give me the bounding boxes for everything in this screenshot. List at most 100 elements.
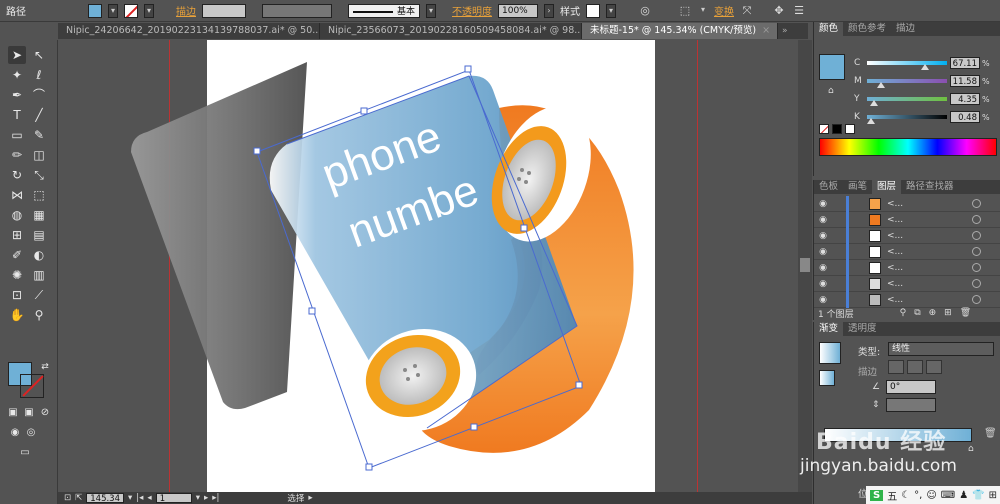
black-swatch[interactable] xyxy=(832,124,842,134)
current-fill-swatch[interactable] xyxy=(819,54,845,80)
layer-row[interactable]: ◉ <... xyxy=(814,243,1000,260)
eyedropper-tool-icon[interactable]: ✐ xyxy=(8,246,26,264)
yellow-value[interactable]: 4.35 xyxy=(950,93,980,105)
stroke-option-icons[interactable] xyxy=(888,360,942,374)
rotate-tool-icon[interactable]: ↻ xyxy=(8,166,26,184)
artwork[interactable]: phone numbe xyxy=(59,40,798,492)
slider-marker-icon[interactable] xyxy=(870,100,879,106)
tab-color-guide[interactable]: 颜色参考 xyxy=(843,22,891,36)
blend-tool-icon[interactable]: ◐ xyxy=(30,246,48,264)
gradient-preview-swatch[interactable] xyxy=(819,342,841,364)
target-icon[interactable] xyxy=(972,215,981,224)
magenta-slider[interactable] xyxy=(867,79,947,88)
new-layer-icon[interactable]: ⊞ xyxy=(944,308,952,318)
tab-layers[interactable]: 图层 xyxy=(872,180,902,194)
close-icon[interactable]: × xyxy=(762,25,770,36)
isolate-icon[interactable]: ✥ xyxy=(772,4,786,18)
target-icon[interactable] xyxy=(972,263,981,272)
draw-behind-icon[interactable]: ◎ xyxy=(22,424,40,442)
magenta-value[interactable]: 11.58 xyxy=(950,75,980,87)
panel-menu-icon[interactable]: ☰ xyxy=(792,4,806,18)
out-of-gamut-icon[interactable]: ⌂ xyxy=(828,86,834,96)
fill-dropdown-arrow[interactable]: ▾ xyxy=(108,3,118,18)
align-dropdown-arrow[interactable]: ▾ xyxy=(698,4,708,18)
prev-artboard-icon[interactable]: ◂ xyxy=(147,493,151,503)
status-arrow-icon[interactable]: ▸ xyxy=(308,493,312,503)
tab-transparency[interactable]: 透明度 xyxy=(843,322,882,336)
locate-object-icon[interactable]: ⚲ xyxy=(900,308,907,318)
direct-selection-tool-icon[interactable]: ↖ xyxy=(30,46,48,64)
grid-menu-icon[interactable]: ⊞ xyxy=(989,490,997,501)
eye-icon[interactable]: ◉ xyxy=(814,279,832,289)
symbol-sprayer-tool-icon[interactable]: ✺ xyxy=(8,266,26,284)
layer-row[interactable]: ◉ <... xyxy=(814,211,1000,228)
gradient-stop-icon[interactable]: ⌂ xyxy=(968,444,974,454)
recolor-icon[interactable]: ◎ xyxy=(638,4,652,18)
opacity-label[interactable]: 不透明度 xyxy=(452,3,492,18)
eraser-tool-icon[interactable]: ◫ xyxy=(30,146,48,164)
ime-logo-icon[interactable]: S xyxy=(870,489,884,501)
zoom-field[interactable]: 145.34 xyxy=(86,493,124,504)
next-artboard-icon[interactable]: ▸ xyxy=(204,493,208,503)
slice-tool-icon[interactable]: ⟋ xyxy=(30,286,48,304)
tab-swatches[interactable]: 色板 xyxy=(814,180,843,194)
magic-wand-tool-icon[interactable]: ✦ xyxy=(8,66,26,84)
brush-dropdown-arrow[interactable]: ▾ xyxy=(426,3,436,18)
last-artboard-icon[interactable]: ▸| xyxy=(212,493,219,503)
swap-colors-icon[interactable]: ⇄ xyxy=(36,358,54,376)
stroke-swatch[interactable] xyxy=(124,3,138,18)
lasso-tool-icon[interactable]: ℓ xyxy=(30,66,48,84)
zoom-tool-icon[interactable]: ⚲ xyxy=(30,306,48,324)
angle-field[interactable]: 0° xyxy=(886,380,936,394)
color-spectrum[interactable] xyxy=(819,138,997,156)
cyan-value[interactable]: 67.11 xyxy=(950,57,980,69)
tab-gradient[interactable]: 渐变 xyxy=(814,322,844,336)
gradient-type-select[interactable]: 线性 xyxy=(888,342,994,356)
tabs-overflow-icon[interactable]: » xyxy=(778,23,792,39)
document-tab[interactable]: Nipic_23566073_20190228160509458084.ai* … xyxy=(320,23,582,39)
tab-pathfinder[interactable]: 路径查找器 xyxy=(901,180,959,194)
perspective-grid-tool-icon[interactable]: ▦ xyxy=(30,206,48,224)
style-dropdown-arrow[interactable]: ▾ xyxy=(606,3,616,18)
rectangle-tool-icon[interactable]: ▭ xyxy=(8,126,26,144)
yellow-slider[interactable] xyxy=(867,97,947,106)
screen-mode-icon[interactable]: ▭ xyxy=(16,444,34,462)
eye-icon[interactable]: ◉ xyxy=(814,231,832,241)
document-tab[interactable]: Nipic_24206642_20190223134139788037.ai* … xyxy=(58,23,320,39)
eye-icon[interactable]: ◉ xyxy=(814,263,832,273)
mesh-tool-icon[interactable]: ⊞ xyxy=(8,226,26,244)
pencil-tool-icon[interactable]: ✏ xyxy=(8,146,26,164)
shape-builder-tool-icon[interactable]: ◍ xyxy=(8,206,26,224)
slider-marker-icon[interactable] xyxy=(867,118,875,124)
delete-stop-icon[interactable]: 🗑 xyxy=(984,428,997,439)
layer-row[interactable]: ◉ <... xyxy=(814,275,1000,292)
artboard-number-field[interactable]: 1 xyxy=(155,493,192,504)
layer-row[interactable]: ◉ <... xyxy=(814,195,1000,212)
none-mode-icon[interactable]: ⊘ xyxy=(36,404,54,422)
column-graph-tool-icon[interactable]: ▥ xyxy=(30,266,48,284)
tab-color[interactable]: 颜色 xyxy=(814,22,844,36)
ime-mode-label[interactable]: 五 xyxy=(887,488,897,503)
variable-width-field[interactable] xyxy=(262,3,332,18)
pen-tool-icon[interactable]: ✒ xyxy=(8,86,26,104)
new-sublayer-icon[interactable]: ⊕ xyxy=(929,308,937,318)
slider-marker-icon[interactable] xyxy=(876,82,885,88)
punctuation-icon[interactable]: °, xyxy=(914,490,922,501)
artboard-tool-icon[interactable]: ⊡ xyxy=(8,286,26,304)
hand-tool-icon[interactable]: ✋ xyxy=(8,306,26,324)
moon-icon[interactable]: ☾ xyxy=(901,490,910,501)
vertical-scrollbar[interactable] xyxy=(798,40,812,492)
target-icon[interactable] xyxy=(972,295,981,304)
target-icon[interactable] xyxy=(972,279,981,288)
none-swatch[interactable] xyxy=(819,124,829,134)
target-icon[interactable] xyxy=(972,247,981,256)
stroke-dropdown-arrow[interactable]: ▾ xyxy=(144,3,154,18)
eye-icon[interactable]: ◉ xyxy=(814,199,832,209)
stroke-weight-field[interactable] xyxy=(202,3,246,18)
line-tool-icon[interactable]: ╱ xyxy=(30,106,48,124)
width-tool-icon[interactable]: ⋈ xyxy=(8,186,26,204)
tab-stroke[interactable]: 描边 xyxy=(891,22,920,36)
gradient-fill-stroke-swatch[interactable] xyxy=(819,370,835,386)
layer-row[interactable]: ◉ <... xyxy=(814,259,1000,276)
free-transform-tool-icon[interactable]: ⬚ xyxy=(30,186,48,204)
